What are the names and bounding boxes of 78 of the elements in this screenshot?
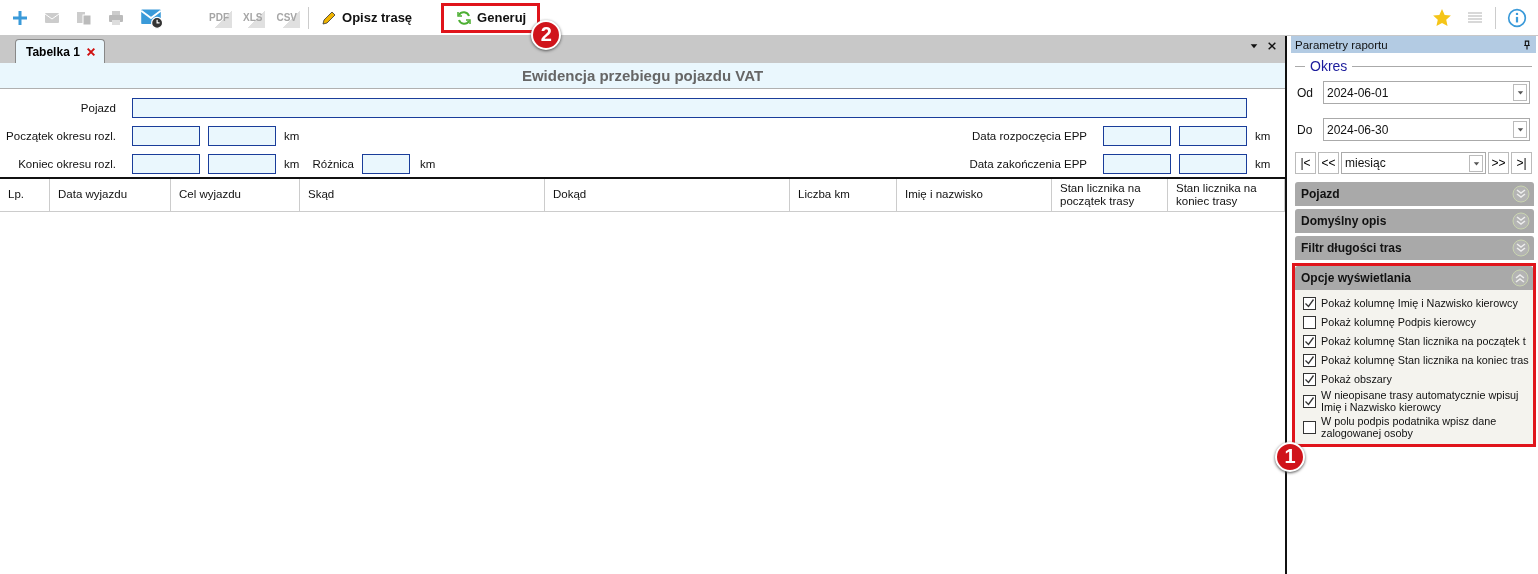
date-field[interactable]: 2024-06-30 <box>1323 118 1530 141</box>
printer-icon <box>107 8 125 27</box>
vehicle-field[interactable] <box>132 98 1247 118</box>
close-icon[interactable] <box>1267 41 1277 51</box>
input-field[interactable] <box>208 154 276 174</box>
checkbox[interactable] <box>1303 335 1316 348</box>
nav-button[interactable]: << <box>1318 152 1339 174</box>
callout-badge: 1 <box>1275 441 1305 472</box>
option-checkbox[interactable]: W polu podpis podatnika wpisz dane zalogowanej osoby <box>1303 415 1529 440</box>
section-header[interactable]: Filtr długości tras <box>1295 236 1534 260</box>
callout-badge: 2 <box>531 19 562 50</box>
option-checkbox[interactable]: Pokaż kolumnę Stan licznika na koniec tras <box>1303 352 1529 369</box>
dropdown-icon <box>1516 126 1524 133</box>
date-field[interactable]: 2024-06-01 <box>1323 81 1530 104</box>
panel-title: Parametry raportu <box>1295 38 1388 51</box>
nav-button[interactable]: >> <box>1488 152 1509 174</box>
column-header[interactable]: Cel wyjazdu <box>171 179 300 211</box>
input-field[interactable] <box>1103 154 1171 174</box>
dropdown-icon <box>1472 159 1480 167</box>
section-header[interactable]: Pojazd <box>1295 182 1534 206</box>
input-field[interactable] <box>1179 126 1247 146</box>
checkbox[interactable] <box>1303 297 1316 310</box>
column-header[interactable]: Dokąd <box>545 179 790 211</box>
input-field[interactable] <box>132 154 200 174</box>
column-header[interactable]: Stan licznika na początek trasy <box>1052 179 1168 211</box>
field-label: Początek okresu rozl. <box>5 130 117 142</box>
unit-label: km <box>1254 158 1272 170</box>
field-label: Od <box>1297 85 1314 100</box>
field-label: Pojazd <box>79 102 117 114</box>
envelope-clock-icon <box>139 6 163 29</box>
generate-button[interactable]: Generuj <box>450 6 532 29</box>
range-select[interactable]: miesiąc <box>1341 152 1486 174</box>
unit-label: km <box>419 158 437 170</box>
dropdown-icon[interactable] <box>1249 41 1259 51</box>
group-label: Okres <box>1310 58 1348 74</box>
star-icon <box>1432 7 1452 28</box>
column-header[interactable]: Stan licznika na koniec trasy <box>1168 179 1285 211</box>
column-header[interactable]: Skąd <box>300 179 545 211</box>
input-field[interactable] <box>132 126 200 146</box>
checkbox[interactable] <box>1303 316 1316 329</box>
column-header[interactable]: Liczba km <box>790 179 897 211</box>
pin-icon[interactable] <box>1522 38 1532 51</box>
checkbox[interactable] <box>1303 421 1316 435</box>
section-header[interactable]: Domyślny opis <box>1295 209 1534 233</box>
section-header[interactable]: Opcje wyświetlania <box>1295 266 1533 290</box>
column-header[interactable]: Imię i nazwisko <box>897 179 1052 211</box>
info-icon <box>1507 7 1527 28</box>
input-field[interactable] <box>1179 154 1247 174</box>
report-title: Ewidencja przebiegu pojazdu VAT <box>0 63 1285 89</box>
unit-label: km <box>283 130 301 142</box>
checkbox[interactable] <box>1303 373 1316 386</box>
nav-button[interactable]: >| <box>1511 152 1532 174</box>
checkbox[interactable] <box>1303 395 1316 409</box>
nav-button[interactable]: |< <box>1295 152 1316 174</box>
input-field[interactable] <box>208 126 276 146</box>
plus-icon[interactable] <box>11 8 29 27</box>
dropdown-icon <box>1516 89 1524 96</box>
field-label: Data rozpoczęcia EPP <box>970 130 1088 142</box>
column-header[interactable]: Data wyjazdu <box>50 179 171 211</box>
unit-label: km <box>1254 130 1272 142</box>
input-field[interactable] <box>362 154 410 174</box>
unit-label: km <box>283 158 301 170</box>
option-checkbox[interactable]: Pokaż obszary <box>1303 371 1529 388</box>
option-checkbox[interactable]: Pokaż kolumnę Stan licznika na początek t <box>1303 333 1529 350</box>
option-checkbox[interactable]: W nieopisane trasy automatycznie wpisuj Imię i Nazwisko kierowcy <box>1303 390 1529 414</box>
close-icon[interactable] <box>85 46 96 57</box>
checkbox[interactable] <box>1303 354 1316 367</box>
describe-route-button[interactable]: Opisz trasę <box>315 6 418 29</box>
tab[interactable]: Tabelka 1 <box>15 39 105 63</box>
input-field[interactable] <box>1103 126 1171 146</box>
field-label: Koniec okresu rozl. <box>17 158 117 170</box>
option-checkbox[interactable]: Pokaż kolumnę Podpis kierowcy <box>1303 314 1529 331</box>
column-header[interactable]: Lp. <box>0 179 50 211</box>
refresh-icon <box>455 8 474 27</box>
field-label: Data zakończenia EPP <box>968 158 1088 170</box>
field-label: Różnica <box>311 158 354 170</box>
option-checkbox[interactable]: Pokaż kolumnę Imię i Nazwisko kierowcy <box>1303 295 1529 312</box>
field-label: Do <box>1297 122 1314 137</box>
